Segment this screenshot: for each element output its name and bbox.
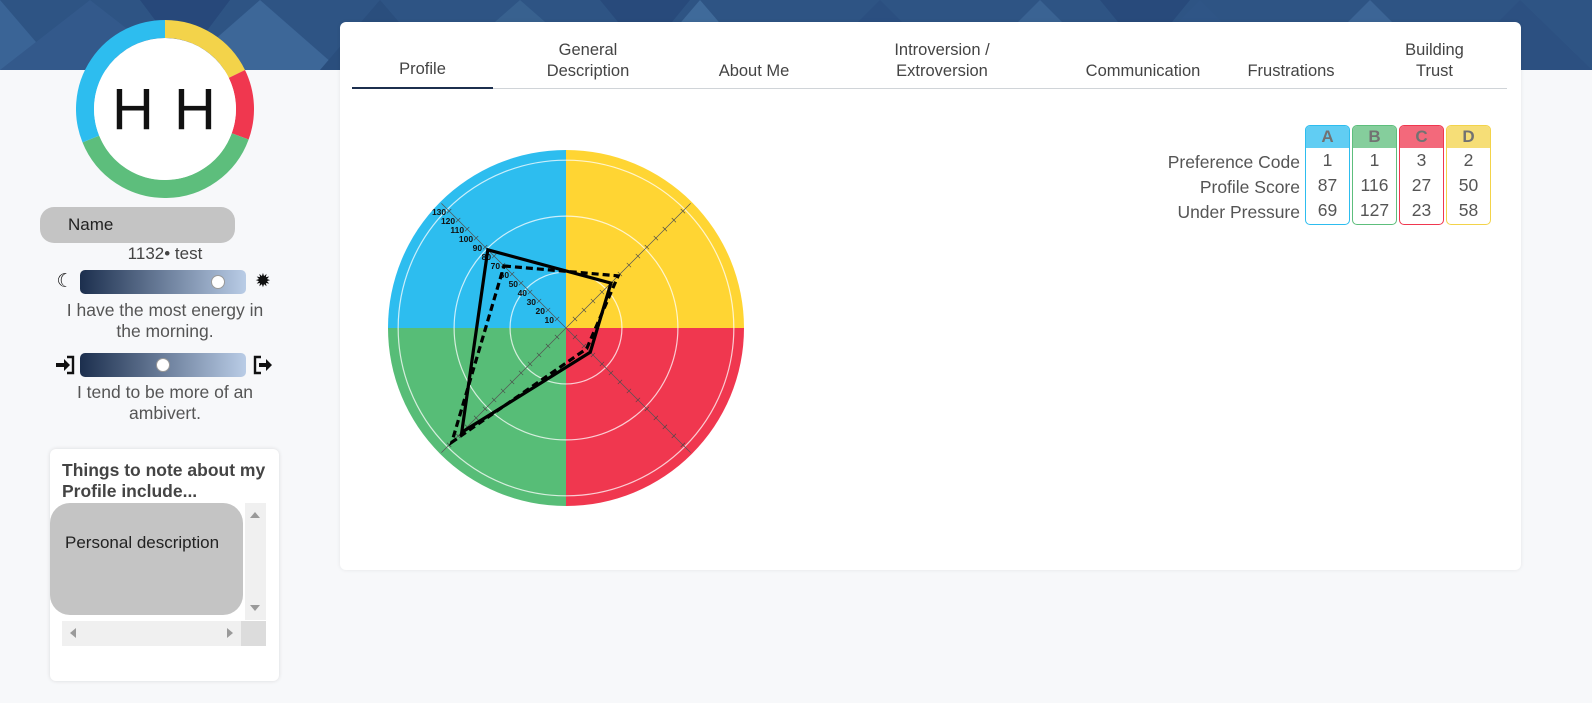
score-table: Preference Code Profile Score Under Pres… <box>1130 125 1502 227</box>
tab-introversion-extroversion[interactable]: Introversion / Extroversion <box>857 39 1027 89</box>
tab-general-description[interactable]: General Description <box>518 39 658 89</box>
scale-label: 130 <box>432 207 446 217</box>
score-column-a: A 1 87 69 <box>1305 125 1350 225</box>
row-label-under-pressure: Under Pressure <box>1177 202 1300 222</box>
scroll-down-arrow-icon[interactable] <box>250 605 260 611</box>
introversion-caption: I tend to be more of an ambivert. <box>76 382 254 423</box>
scroll-right-arrow-icon[interactable] <box>227 628 233 638</box>
scrollbar-corner <box>241 621 266 646</box>
scale-label: 90 <box>473 243 483 253</box>
tab-frustrations[interactable]: Frustrations <box>1232 39 1350 89</box>
scale-label: 120 <box>441 216 455 226</box>
cell-d-preference-code: 2 <box>1463 150 1474 170</box>
energy-slider[interactable] <box>80 270 246 294</box>
scale-label: 110 <box>450 225 464 235</box>
cell-c-profile-score: 27 <box>1411 175 1432 195</box>
cell-c-under-pressure: 23 <box>1411 200 1432 220</box>
tab-bar: Profile General Description About Me Int… <box>352 39 1507 89</box>
column-header-c: C <box>1400 126 1443 148</box>
tab-communication[interactable]: Communication <box>1072 39 1214 89</box>
notes-card: Things to note about my Profile include.… <box>50 449 279 681</box>
vertical-scrollbar[interactable] <box>245 503 266 620</box>
energy-caption: I have the most energy in the morning. <box>66 300 264 341</box>
cell-a-under-pressure: 69 <box>1317 200 1338 220</box>
introversion-slider-knob[interactable] <box>156 358 170 372</box>
cell-b-under-pressure: 127 <box>1359 200 1390 220</box>
scale-label: 10 <box>545 315 555 325</box>
sun-icon: ✹ <box>255 271 271 292</box>
horizontal-scrollbar[interactable] <box>62 621 266 646</box>
column-header-b: B <box>1353 126 1396 148</box>
cell-d-under-pressure: 58 <box>1458 200 1479 220</box>
energy-slider-knob[interactable] <box>210 275 225 289</box>
notes-title: Things to note about my Profile include.… <box>62 460 266 501</box>
moon-icon: ☾ <box>56 271 74 292</box>
introversion-slider-row <box>54 353 276 377</box>
score-column-c: C 3 27 23 <box>1399 125 1444 225</box>
scale-label: 100 <box>459 234 473 244</box>
score-column-b: B 1 116 127 <box>1352 125 1397 225</box>
tab-building-trust[interactable]: Building Trust <box>1372 39 1497 89</box>
scale-label: 20 <box>536 306 546 316</box>
column-header-d: D <box>1447 126 1490 148</box>
row-label-preference-code: Preference Code <box>1167 152 1300 172</box>
cell-b-preference-code: 1 <box>1369 150 1380 170</box>
sign-in-icon <box>54 354 76 376</box>
scale-label: 70 <box>491 261 501 271</box>
cell-a-profile-score: 87 <box>1317 175 1338 195</box>
introversion-slider[interactable] <box>80 353 246 377</box>
energy-slider-row: ☾ ✹ <box>54 270 276 294</box>
sign-out-icon <box>252 354 274 376</box>
main-card: Profile General Description About Me Int… <box>340 22 1521 570</box>
tab-about-me[interactable]: About Me <box>684 39 824 89</box>
scale-label: 50 <box>509 279 519 289</box>
cell-c-preference-code: 3 <box>1416 150 1427 170</box>
scroll-left-arrow-icon[interactable] <box>70 628 76 638</box>
cell-d-profile-score: 50 <box>1458 175 1479 195</box>
column-header-a: A <box>1306 126 1349 148</box>
avatar: H H <box>76 20 254 198</box>
cell-a-preference-code: 1 <box>1322 150 1333 170</box>
scroll-up-arrow-icon[interactable] <box>250 512 260 518</box>
scale-label: 30 <box>527 297 537 307</box>
scale-label: 40 <box>518 288 528 298</box>
radar-chart: 102030405060708090100110120130 <box>388 150 744 506</box>
notes-item[interactable]: Personal description <box>50 503 243 615</box>
avatar-initials: H H <box>112 76 218 142</box>
row-label-profile-score: Profile Score <box>1199 177 1300 197</box>
name-field[interactable]: Name <box>40 207 235 243</box>
cell-b-profile-score: 116 <box>1360 175 1389 195</box>
user-id-label: 1132• test <box>127 244 203 263</box>
tab-profile[interactable]: Profile <box>352 39 493 89</box>
score-column-d: D 2 50 58 <box>1446 125 1491 225</box>
